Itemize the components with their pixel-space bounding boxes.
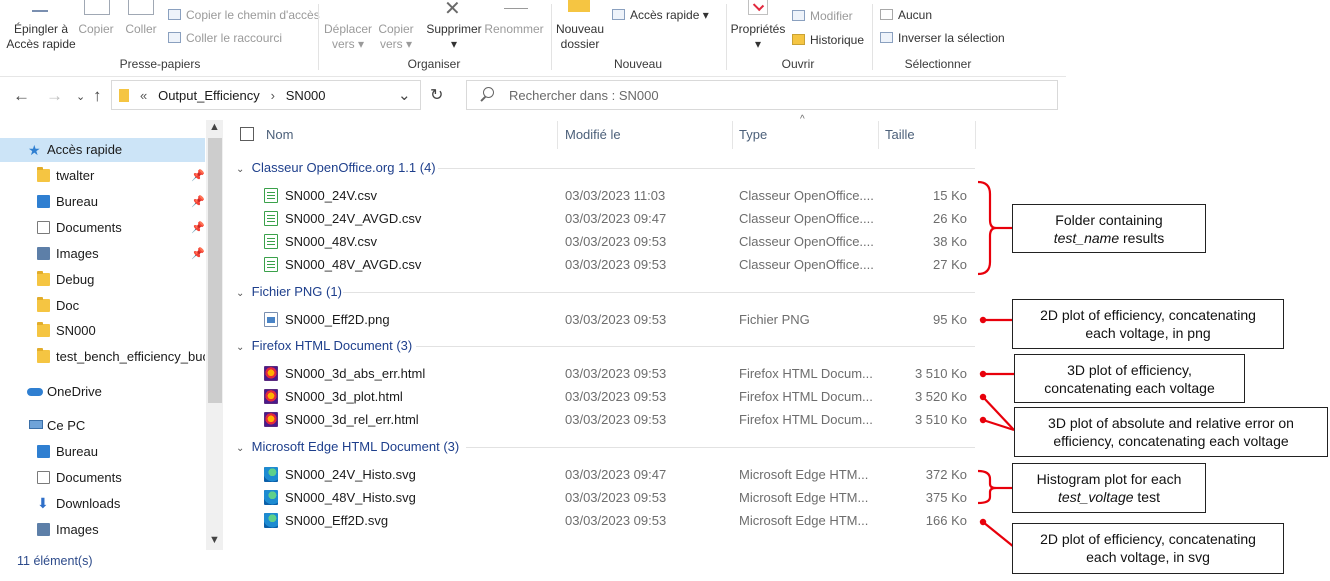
- annotation-line: Folder containing: [1055, 212, 1163, 228]
- annotation-histogram: Histogram plot for each test_voltage tes…: [1012, 463, 1206, 513]
- annotation-line: 2D plot of efficiency, concatenating: [1040, 531, 1256, 547]
- annotation-line: concatenating each voltage: [1044, 380, 1215, 396]
- bracket-csv-group: [977, 180, 997, 276]
- annotation-line: 3D plot of efficiency,: [1067, 362, 1192, 378]
- annotation-line: each voltage, in png: [1085, 325, 1211, 341]
- annotation-line: efficiency, concatenating each voltage: [1053, 433, 1289, 449]
- dot-svg: [979, 518, 987, 526]
- annotation-folder-results: Folder containing test_name results: [1012, 204, 1206, 253]
- annotation-2d-svg: 2D plot of efficiency, concatenating eac…: [1012, 523, 1284, 574]
- bracket-histo: [977, 469, 997, 505]
- annotation-line: test_name results: [1013, 229, 1205, 247]
- annotation-line: 3D plot of absolute and relative error o…: [1048, 415, 1294, 431]
- dot-abs-err: [979, 393, 987, 401]
- annotation-2d-png: 2D plot of efficiency, concatenating eac…: [1012, 299, 1284, 349]
- dot-rel-err: [979, 416, 987, 424]
- annotation-line: test_voltage test: [1013, 488, 1205, 506]
- annotation-3d-plot: 3D plot of efficiency, concatenating eac…: [1014, 354, 1245, 403]
- dot-png: [979, 316, 987, 324]
- annotation-italic: test_voltage: [1058, 489, 1134, 505]
- annotation-text: results: [1119, 230, 1165, 246]
- annotation-3d-error: 3D plot of absolute and relative error o…: [1014, 407, 1328, 457]
- annotation-line: 2D plot of efficiency, concatenating: [1040, 307, 1256, 323]
- annotation-italic: test_name: [1053, 230, 1120, 246]
- dot-3d-plot: [979, 370, 987, 378]
- arrow-svg: [982, 521, 1015, 548]
- annotation-text: test: [1133, 489, 1160, 505]
- annotation-line: each voltage, in svg: [1086, 549, 1210, 565]
- annotation-line: Histogram plot for each: [1036, 471, 1182, 487]
